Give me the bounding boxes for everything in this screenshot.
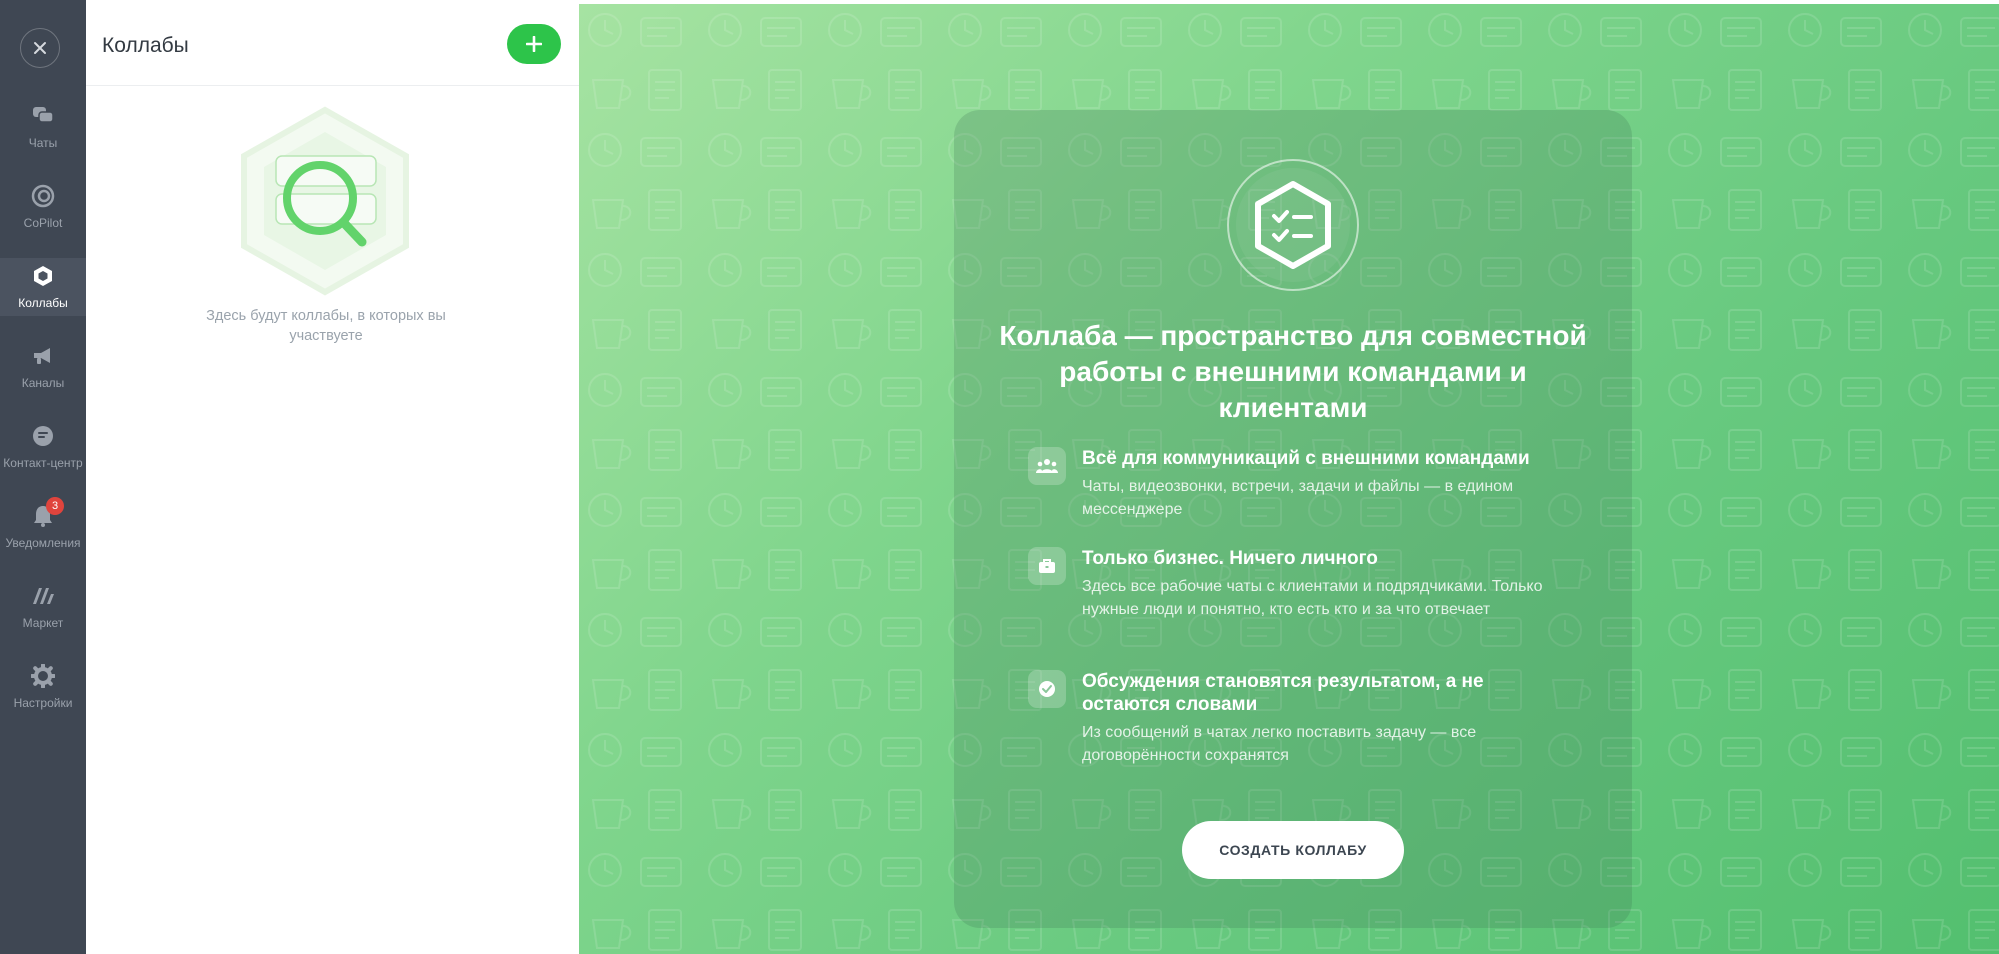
nav-item-notifications[interactable]: 3 Уведомления <box>0 497 86 556</box>
nav-item-channels[interactable]: Каналы <box>0 338 86 396</box>
nav-label-notifications: Уведомления <box>5 536 81 550</box>
feature-results: Обсуждения становятся результатом, а не … <box>1028 670 1568 770</box>
nav-item-contact-center[interactable]: Контакт-центр <box>0 418 86 476</box>
promo-title: Коллаба — пространство для совместной ра… <box>999 320 1587 423</box>
collabs-panel: Коллабы Здесь будут коллабы, в которых в… <box>86 4 579 954</box>
contact-center-icon <box>30 423 56 449</box>
empty-state-text: Здесь будут коллабы, в которых вы участв… <box>206 308 446 344</box>
add-collab-button[interactable] <box>507 24 561 64</box>
people-icon <box>1028 447 1066 485</box>
feature-title: Только бизнес. Ничего личного <box>1082 548 1378 569</box>
market-icon <box>30 583 56 609</box>
close-button[interactable] <box>20 28 60 68</box>
checklist-hexagon-icon <box>1227 159 1359 291</box>
promo-area: Коллаба — пространство для совместной ра… <box>579 4 1999 954</box>
nav-label-copilot: CoPilot <box>23 216 63 230</box>
nav-label-chats: Чаты <box>28 136 58 150</box>
feature-description: Здесь все рабочие чаты с клиентами и под… <box>1082 578 1543 618</box>
chats-icon <box>30 103 56 129</box>
feature-description: Из сообщений в чатах легко поставить зад… <box>1082 724 1477 764</box>
nav-item-collabs[interactable]: Коллабы <box>0 258 86 316</box>
nav-label-contact-center: Контакт-центр <box>3 456 83 470</box>
empty-search-illustration <box>241 106 409 296</box>
close-icon <box>34 42 46 54</box>
briefcase-icon <box>1028 547 1066 585</box>
nav-label-settings: Настройки <box>13 696 73 710</box>
nav-item-market[interactable]: Маркет <box>0 578 86 636</box>
check-circle-icon <box>1028 670 1066 708</box>
plus-icon <box>526 36 542 52</box>
feature-description: Чаты, видеозвонки, встречи, задачи и фай… <box>1082 478 1514 518</box>
collabs-icon <box>30 263 56 289</box>
nav-item-settings[interactable]: Настройки <box>0 658 86 716</box>
promo-card: Коллаба — пространство для совместной ра… <box>954 110 1632 928</box>
panel-header: Коллабы <box>86 4 579 86</box>
gear-icon <box>30 663 56 689</box>
notifications-badge: 3 <box>46 497 64 515</box>
copilot-icon <box>30 183 56 209</box>
nav-rail: Чаты CoPilot Коллабы Каналы Контакт-цент… <box>0 0 86 954</box>
panel-title: Коллабы <box>102 34 189 57</box>
feature-title: Всё для коммуникаций с внешними командам… <box>1082 448 1530 469</box>
feature-communications: Всё для коммуникаций с внешними командам… <box>1028 447 1568 527</box>
feature-business: Только бизнес. Ничего личного Здесь все … <box>1028 547 1568 647</box>
nav-item-copilot[interactable]: CoPilot <box>0 178 86 236</box>
feature-title: Обсуждения становятся результатом, а не … <box>1082 671 1484 715</box>
nav-label-collabs: Коллабы <box>18 296 68 310</box>
megaphone-icon <box>30 343 56 369</box>
bell-icon: 3 <box>30 497 64 529</box>
create-collab-button[interactable]: СОЗДАТЬ КОЛЛАБУ <box>1182 821 1404 879</box>
nav-label-market: Маркет <box>22 616 64 630</box>
nav-label-channels: Каналы <box>21 376 65 390</box>
nav-item-chats[interactable]: Чаты <box>0 98 86 156</box>
